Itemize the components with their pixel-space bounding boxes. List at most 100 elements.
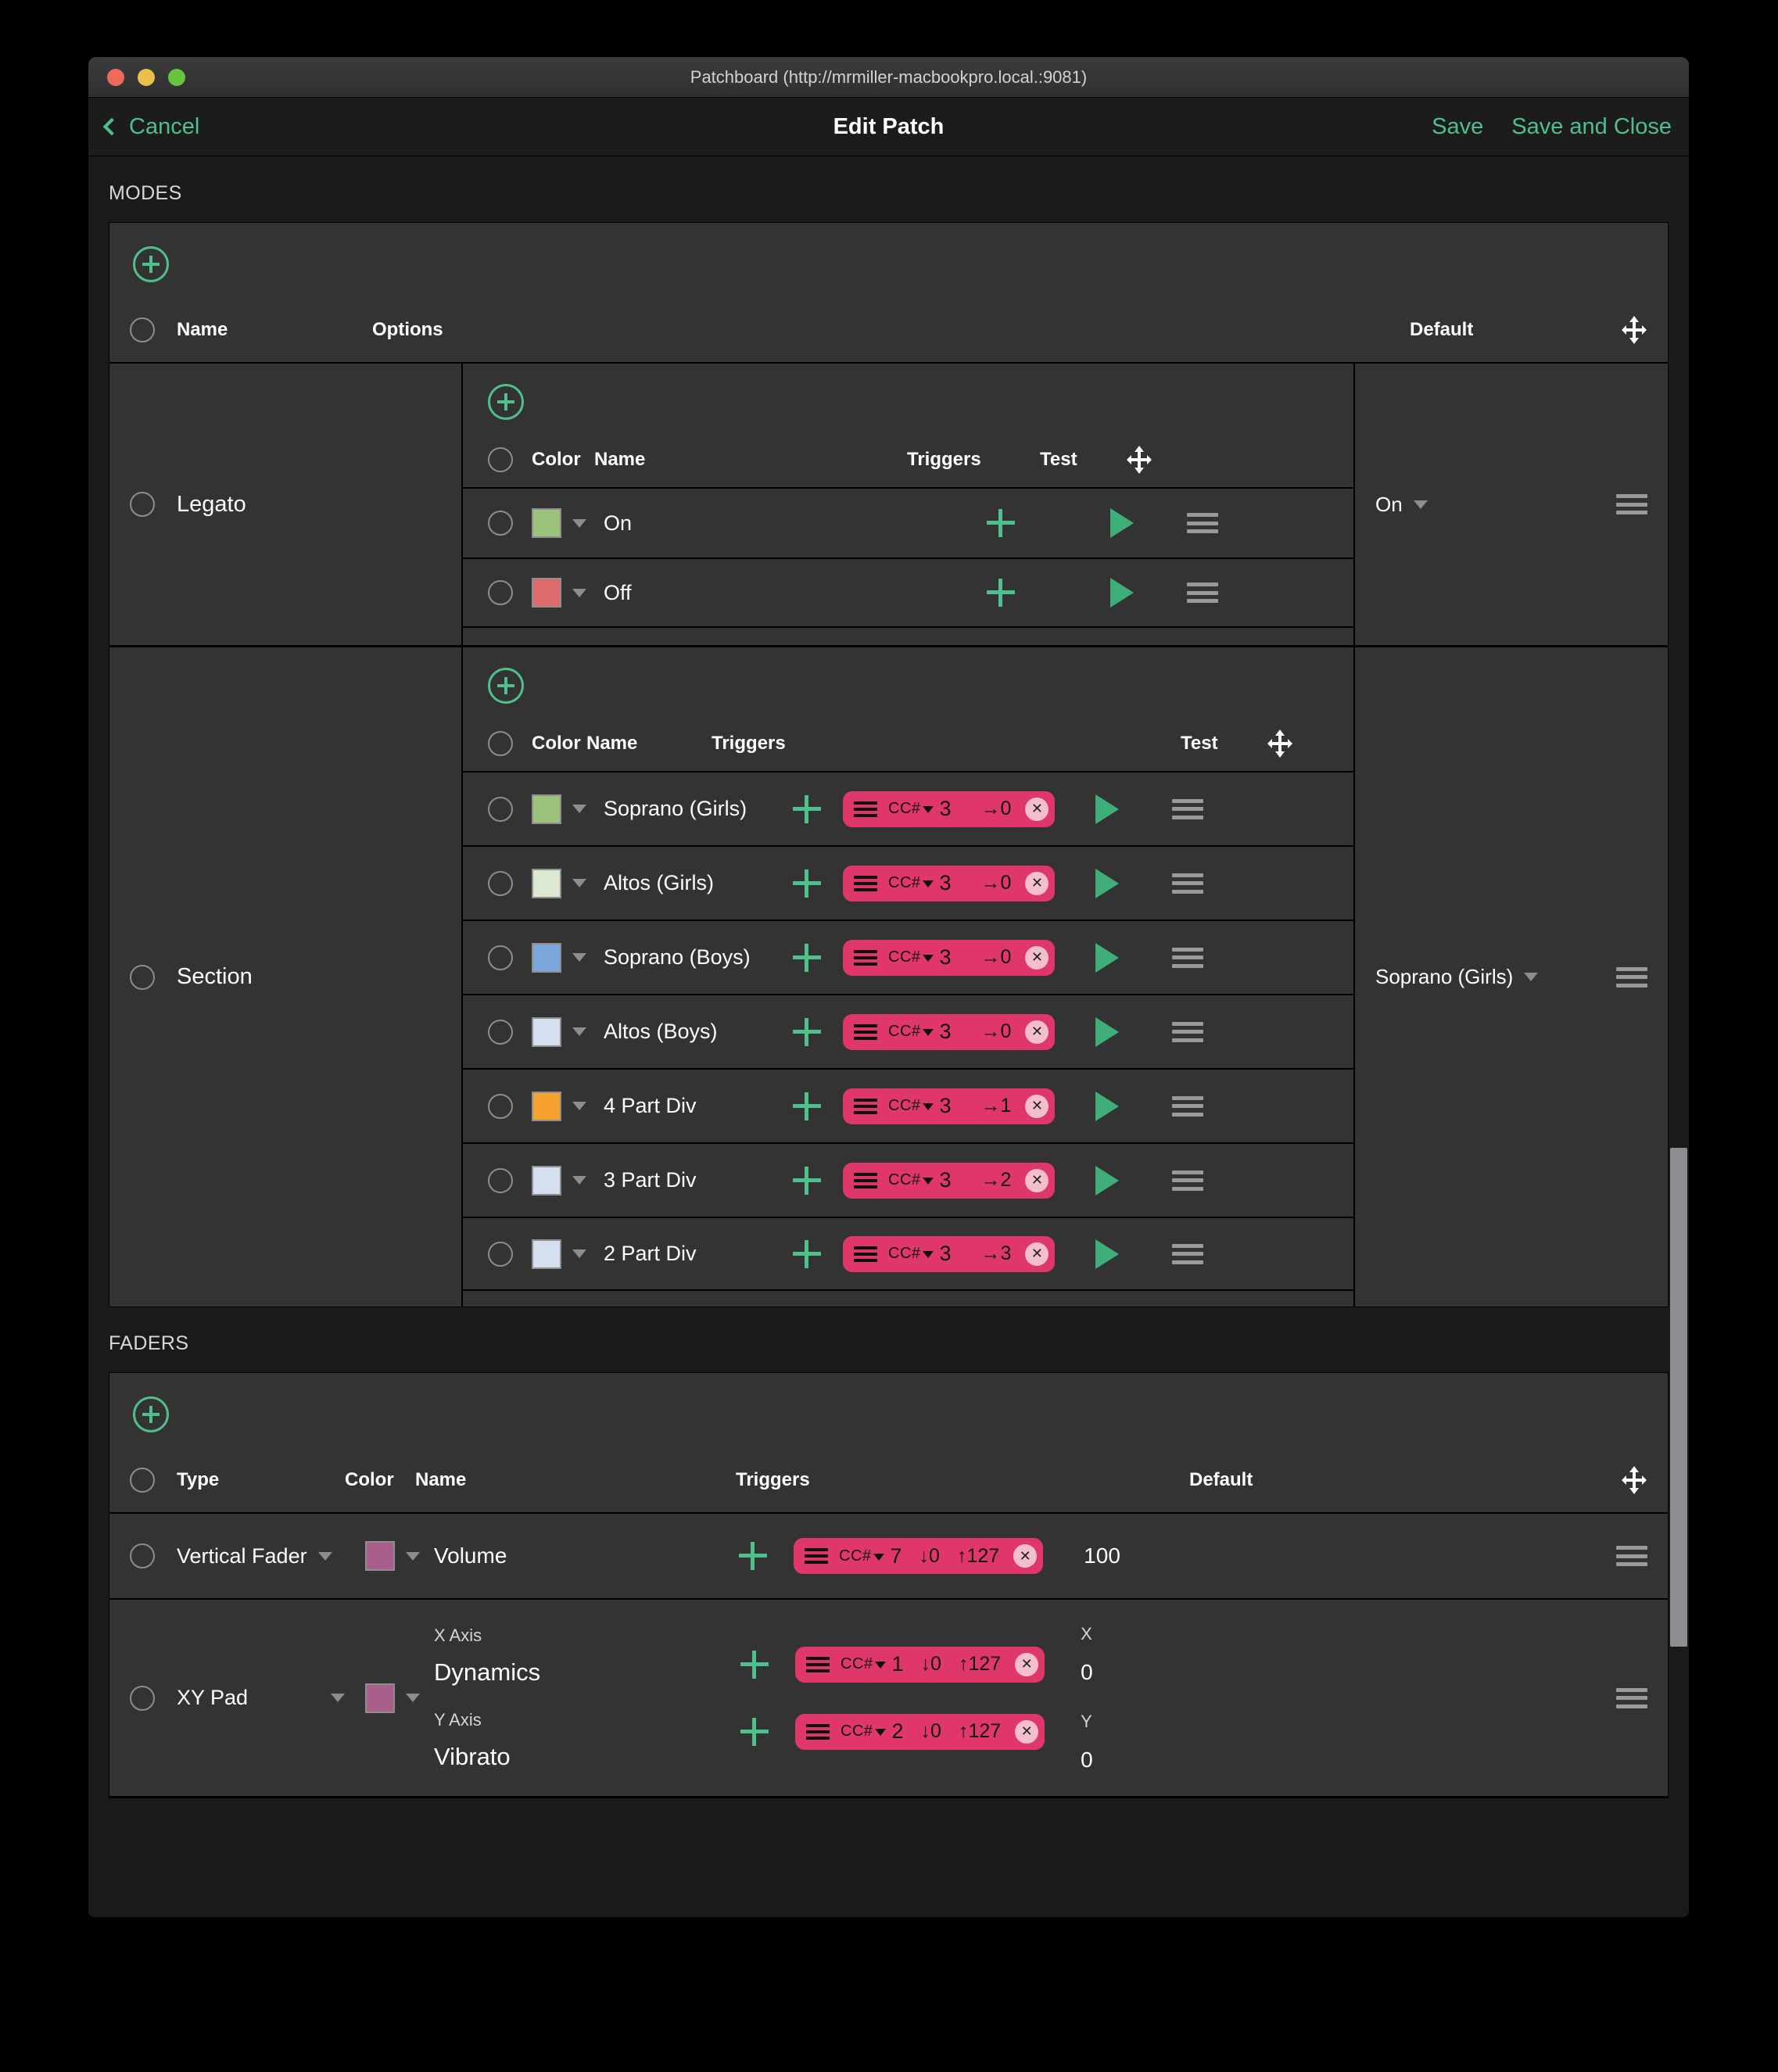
test-play-icon[interactable] xyxy=(1095,1165,1120,1196)
option-select-radio[interactable] xyxy=(488,796,513,822)
trigger-type-dropdown-icon[interactable] xyxy=(922,880,934,887)
option-name[interactable]: Soprano (Girls) xyxy=(604,797,783,821)
option-color-swatch[interactable] xyxy=(532,868,561,898)
trigger-drag-icon[interactable] xyxy=(805,1548,828,1564)
select-all-options-radio[interactable] xyxy=(488,447,513,472)
trigger-drag-icon[interactable] xyxy=(854,875,877,891)
fader-default[interactable]: 100 xyxy=(1084,1543,1279,1568)
close-window-icon[interactable] xyxy=(107,68,124,86)
option-color-swatch[interactable] xyxy=(532,578,561,608)
option-color-swatch[interactable] xyxy=(532,1239,561,1269)
test-play-icon[interactable] xyxy=(1095,1091,1120,1121)
select-all-faders-radio[interactable] xyxy=(130,1468,155,1493)
add-option-icon[interactable] xyxy=(488,668,524,704)
remove-trigger-icon[interactable]: ✕ xyxy=(1025,1020,1049,1044)
options-reorder-icon[interactable] xyxy=(1126,445,1152,475)
test-play-icon[interactable] xyxy=(1095,942,1120,973)
option-trigger[interactable]: CC# 3 →1 ✕ xyxy=(843,1088,1056,1124)
trigger-drag-icon[interactable] xyxy=(806,1656,830,1672)
option-color-swatch[interactable] xyxy=(532,794,561,824)
remove-trigger-icon[interactable]: ✕ xyxy=(1025,1242,1049,1266)
mode-select-radio[interactable] xyxy=(130,492,155,517)
option-color-dropdown-icon[interactable] xyxy=(572,879,586,887)
mode-select-radio[interactable] xyxy=(130,964,155,990)
option-select-radio[interactable] xyxy=(488,945,513,970)
save-and-close-button[interactable]: Save and Close xyxy=(1511,114,1672,140)
option-name[interactable]: Soprano (Boys) xyxy=(604,945,783,970)
mode-default-dropdown[interactable]: On xyxy=(1375,493,1428,517)
fader-color-dropdown-icon[interactable] xyxy=(406,1551,420,1561)
option-drag-handle[interactable] xyxy=(1172,1243,1204,1264)
add-fader-icon[interactable] xyxy=(133,1396,169,1432)
remove-trigger-icon[interactable]: ✕ xyxy=(1025,1094,1049,1118)
option-drag-handle[interactable] xyxy=(1187,583,1218,603)
remove-trigger-icon[interactable]: ✕ xyxy=(1025,1168,1049,1192)
option-name[interactable]: On xyxy=(604,511,885,536)
maximize-window-icon[interactable] xyxy=(168,68,185,86)
x-default-value[interactable]: 0 xyxy=(1081,1660,1284,1685)
add-mode-icon[interactable] xyxy=(133,246,169,282)
fader-drag-handle[interactable] xyxy=(1616,1546,1647,1566)
trigger-drag-icon[interactable] xyxy=(854,949,877,966)
option-color-swatch[interactable] xyxy=(532,1165,561,1196)
option-drag-handle[interactable] xyxy=(1187,513,1218,533)
remove-trigger-icon[interactable]: ✕ xyxy=(1015,1652,1039,1676)
fader-color-swatch[interactable] xyxy=(365,1541,395,1571)
fader-color-swatch[interactable] xyxy=(365,1683,395,1713)
option-name[interactable]: 4 Part Div xyxy=(604,1094,783,1118)
save-button[interactable]: Save xyxy=(1432,114,1483,140)
trigger-type-dropdown-icon[interactable] xyxy=(922,806,934,813)
option-trigger[interactable]: CC# 3 →0 ✕ xyxy=(843,1013,1056,1050)
test-play-icon[interactable] xyxy=(1095,868,1120,898)
option-color-swatch[interactable] xyxy=(532,1016,561,1047)
faders-reorder-icon[interactable] xyxy=(1621,1465,1647,1495)
option-trigger[interactable]: CC# 3 →0 ✕ xyxy=(843,790,1056,827)
option-name[interactable]: Altos (Girls) xyxy=(604,871,783,895)
option-drag-handle[interactable] xyxy=(1172,1095,1204,1117)
test-play-icon[interactable] xyxy=(1095,1239,1120,1269)
remove-trigger-icon[interactable]: ✕ xyxy=(1025,797,1049,821)
option-drag-handle[interactable] xyxy=(1172,798,1204,819)
trigger-drag-icon[interactable] xyxy=(854,801,877,817)
fader-select-radio[interactable] xyxy=(130,1685,155,1711)
add-trigger-icon[interactable] xyxy=(793,1017,821,1046)
remove-trigger-icon[interactable]: ✕ xyxy=(1025,945,1049,970)
remove-trigger-icon[interactable]: ✕ xyxy=(1015,1719,1039,1744)
option-color-swatch[interactable] xyxy=(532,1091,561,1121)
vertical-scrollbar[interactable] xyxy=(1670,1148,1687,1647)
option-color-swatch[interactable] xyxy=(532,942,561,973)
trigger-type-dropdown-icon[interactable] xyxy=(922,1251,934,1258)
fader-color-dropdown-icon[interactable] xyxy=(406,1694,420,1702)
option-select-radio[interactable] xyxy=(488,870,513,896)
modes-reorder-icon[interactable] xyxy=(1621,315,1647,345)
trigger-type-dropdown-icon[interactable] xyxy=(874,1729,886,1736)
add-trigger-icon[interactable] xyxy=(793,943,821,972)
add-trigger-icon[interactable] xyxy=(739,1542,767,1570)
fader-name[interactable]: Volume xyxy=(434,1543,669,1568)
add-trigger-icon[interactable] xyxy=(793,869,821,898)
option-select-radio[interactable] xyxy=(488,1167,513,1193)
option-select-radio[interactable] xyxy=(488,1241,513,1267)
option-trigger[interactable]: CC# 3 →0 ✕ xyxy=(843,939,1056,976)
add-trigger-icon[interactable] xyxy=(987,579,1015,607)
option-select-radio[interactable] xyxy=(488,580,513,605)
trigger-drag-icon[interactable] xyxy=(854,1246,877,1262)
options-reorder-icon[interactable] xyxy=(1267,729,1293,758)
trigger-type-dropdown-icon[interactable] xyxy=(874,1662,886,1669)
x-axis-name[interactable]: Dynamics xyxy=(434,1658,700,1687)
add-trigger-icon[interactable] xyxy=(793,1239,821,1268)
select-all-modes-radio[interactable] xyxy=(130,317,155,342)
trigger-drag-icon[interactable] xyxy=(806,1723,830,1740)
trigger-drag-icon[interactable] xyxy=(854,1172,877,1188)
option-drag-handle[interactable] xyxy=(1172,873,1204,894)
test-play-icon[interactable] xyxy=(1110,508,1134,538)
x-trigger[interactable]: CC# 1 ↓0 ↑127 ✕ xyxy=(795,1646,1045,1683)
y-default-value[interactable]: 0 xyxy=(1081,1748,1284,1773)
option-color-dropdown-icon[interactable] xyxy=(572,1027,586,1036)
add-trigger-icon[interactable] xyxy=(793,1166,821,1195)
select-all-options-radio[interactable] xyxy=(488,731,513,756)
add-trigger-icon[interactable] xyxy=(793,794,821,823)
test-play-icon[interactable] xyxy=(1095,794,1120,824)
remove-trigger-icon[interactable]: ✕ xyxy=(1025,871,1049,895)
option-color-dropdown-icon[interactable] xyxy=(572,588,586,597)
